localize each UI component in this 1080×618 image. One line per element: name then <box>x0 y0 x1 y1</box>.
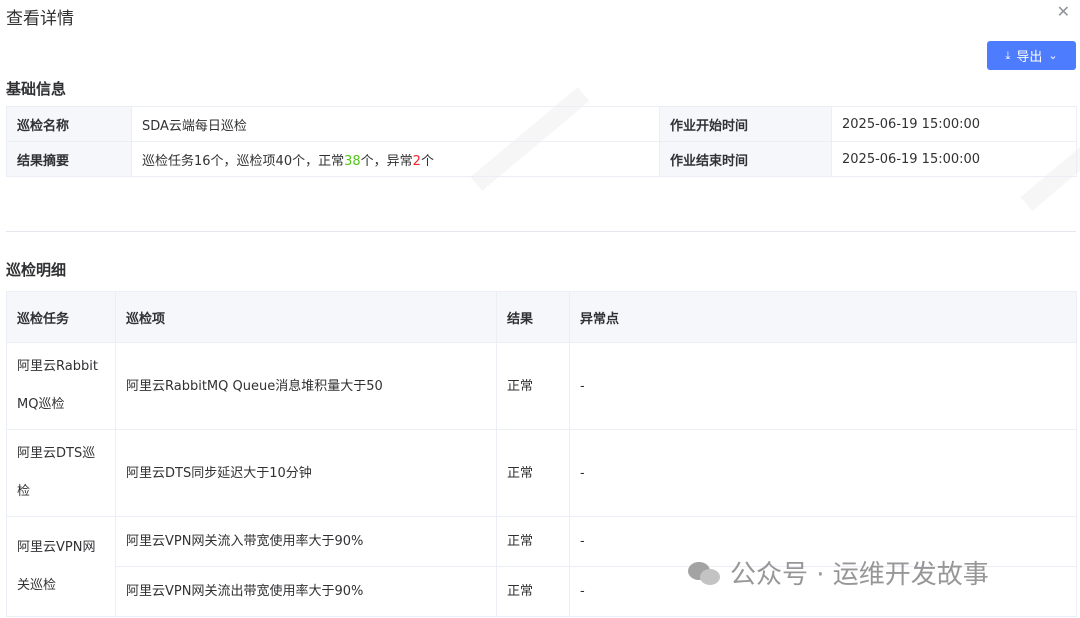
column-header: 巡检项 <box>115 291 497 343</box>
column-header: 结果 <box>496 291 570 343</box>
summary-value: 巡检任务16个，巡检项40个，正常38个，异常2个 <box>131 141 660 177</box>
info-row: 巡检名称 SDA云端每日巡检 作业开始时间 2025-06-19 15:00:0… <box>6 106 1077 142</box>
close-icon[interactable]: ✕ <box>1057 2 1070 21</box>
info-label: 作业开始时间 <box>659 106 832 142</box>
task-cell: 阿里云DTS巡检 <box>6 429 116 517</box>
info-label: 结果摘要 <box>6 141 132 177</box>
summary-text: 巡检任务16个，巡检项40个，正常 <box>142 153 345 169</box>
column-header: 异常点 <box>569 291 1077 343</box>
table-row: 阿里云RabbitMQ巡检 阿里云RabbitMQ Queue消息堆积量大于50… <box>6 342 1077 430</box>
info-value: SDA云端每日巡检 <box>131 106 660 142</box>
info-label: 作业结束时间 <box>659 141 832 177</box>
item-cell: 阿里云VPN网关流入带宽使用率大于90% <box>115 516 497 567</box>
anomaly-cell: - <box>569 342 1077 430</box>
item-cell: 阿里云DTS同步延迟大于10分钟 <box>115 429 497 517</box>
item-cell: 阿里云VPN网关流出带宽使用率大于90% <box>115 566 497 617</box>
item-cell: 阿里云RabbitMQ Queue消息堆积量大于50 <box>115 342 497 430</box>
dialog-title: 查看详情 <box>6 9 74 29</box>
column-header: 巡检任务 <box>6 291 116 343</box>
summary-text: 个，异常 <box>360 153 413 169</box>
detail-title: 巡检明细 <box>6 261 67 279</box>
result-cell: 正常 <box>496 516 570 567</box>
export-button[interactable]: ⤓ 导出 ⌄ <box>987 41 1076 70</box>
info-row: 结果摘要 巡检任务16个，巡检项40个，正常38个，异常2个 作业结束时间 20… <box>6 141 1077 177</box>
table-row: 阿里云DTS巡检 阿里云DTS同步延迟大于10分钟 正常 - <box>6 429 1077 517</box>
anomaly-cell: - <box>569 429 1077 517</box>
wechat-icon <box>688 560 722 586</box>
result-cell: 正常 <box>496 566 570 617</box>
download-icon: ⤓ <box>1005 48 1011 62</box>
info-value: 2025-06-19 15:00:00 <box>831 141 1077 177</box>
summary-text: 个 <box>420 153 434 169</box>
section-divider <box>6 231 1076 232</box>
chevron-down-icon: ⌄ <box>1048 49 1058 62</box>
basic-info-table: 巡检名称 SDA云端每日巡检 作业开始时间 2025-06-19 15:00:0… <box>6 106 1077 177</box>
normal-count: 38 <box>344 153 361 169</box>
info-value: 2025-06-19 15:00:00 <box>831 106 1077 142</box>
task-cell: 阿里云VPN网关巡检 <box>6 516 116 617</box>
basic-info-title: 基础信息 <box>6 80 67 98</box>
task-cell: 阿里云RabbitMQ巡检 <box>6 342 116 430</box>
export-label: 导出 <box>1016 50 1043 65</box>
info-label: 巡检名称 <box>6 106 132 142</box>
abnormal-count: 2 <box>412 153 421 169</box>
watermark-text: 公众号 · 运维开发故事 <box>730 560 989 590</box>
table-header-row: 巡检任务 巡检项 结果 异常点 <box>6 291 1077 343</box>
result-cell: 正常 <box>496 342 570 430</box>
watermark: 公众号 · 运维开发故事 <box>688 554 989 591</box>
result-cell: 正常 <box>496 429 570 517</box>
